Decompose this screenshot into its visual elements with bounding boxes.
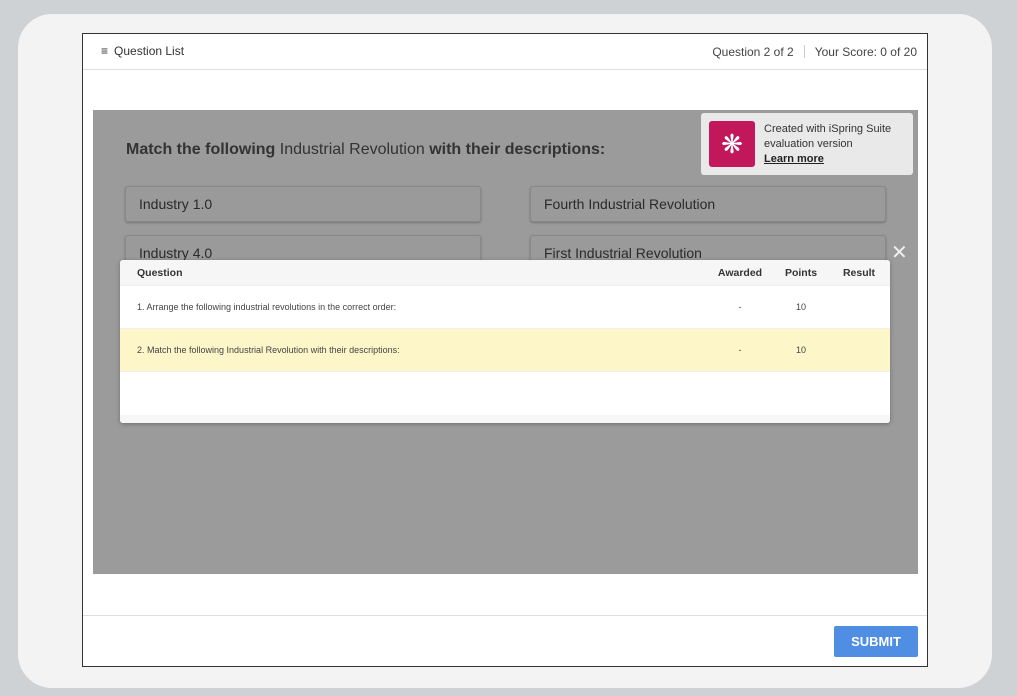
score-text: Your Score: 0 of 20 — [814, 45, 917, 59]
ispring-watermark: ❋ Created with iSpring Suite evaluation … — [701, 113, 913, 175]
submit-button[interactable]: SUBMIT — [834, 626, 918, 657]
quiz-frame: ≡ Question List Question 2 of 2 Your Sco… — [82, 33, 928, 667]
row-awarded: - — [738, 302, 742, 312]
row-points: 10 — [795, 345, 806, 355]
col-question: Question — [137, 266, 183, 279]
watermark-text: Created with iSpring Suite — [764, 123, 892, 135]
col-points: Points — [784, 266, 818, 279]
question-list-popup: Question Awarded Points Result 1. Arrang… — [120, 260, 890, 423]
divider — [803, 45, 805, 58]
score-area: Question 2 of 2 Your Score: 0 of 20 — [712, 45, 917, 59]
match-right-1[interactable]: Fourth Industrial Revolution — [530, 186, 886, 222]
ispring-logo-icon: ❋ — [709, 121, 755, 167]
list-icon: ≡ — [101, 44, 109, 58]
header: ≡ Question List Question 2 of 2 Your Sco… — [83, 34, 927, 70]
row-question: 1. Arrange the following industrial revo… — [137, 302, 397, 312]
row-points: 10 — [795, 302, 806, 312]
col-awarded: Awarded — [717, 266, 763, 279]
question-progress: Question 2 of 2 — [712, 45, 794, 59]
popup-footer — [120, 415, 890, 423]
table-header: Question Awarded Points Result — [120, 260, 890, 286]
question-list-label: Question List — [114, 44, 185, 58]
match-left-1[interactable]: Industry 1.0 — [125, 186, 481, 222]
row-awarded: - — [738, 345, 742, 355]
table-row[interactable]: 2. Match the following Industrial Revolu… — [120, 329, 890, 372]
learn-more-link[interactable]: Learn more — [764, 153, 824, 165]
watermark-text: evaluation version — [764, 138, 853, 150]
question-title: Match the following Industrial Revolutio… — [126, 141, 605, 159]
table-row[interactable]: 1. Arrange the following industrial revo… — [120, 286, 890, 329]
title-part: Industrial Revolution — [279, 141, 425, 158]
col-result: Result — [842, 266, 876, 279]
question-stage: Match the following Industrial Revolutio… — [93, 110, 918, 574]
close-icon[interactable]: ✕ — [891, 240, 908, 265]
question-list-button[interactable]: ≡ Question List — [101, 44, 184, 58]
title-part: with their descriptions: — [429, 141, 606, 158]
footer-divider — [83, 615, 927, 616]
row-question: 2. Match the following Industrial Revolu… — [137, 345, 400, 355]
title-part: Match the following — [126, 141, 276, 158]
